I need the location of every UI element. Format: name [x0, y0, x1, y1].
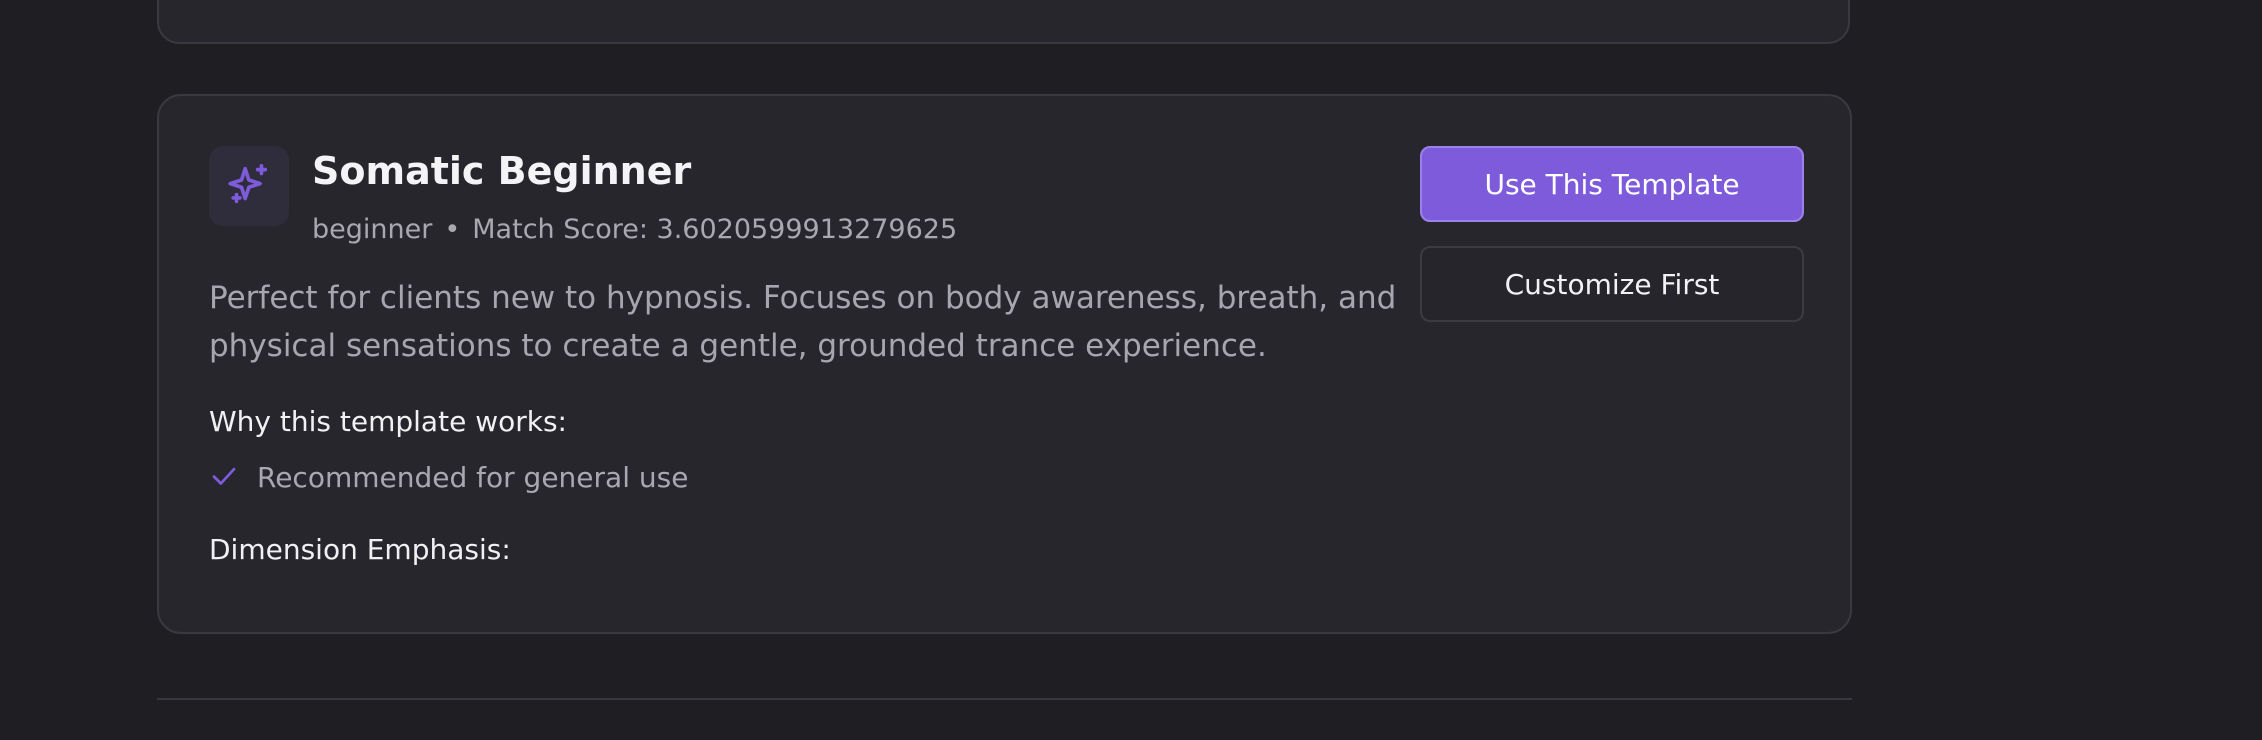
- template-icon-container: [209, 146, 289, 226]
- sparkles-icon: [226, 161, 272, 211]
- template-results-page: Somatic Beginner beginner • Match Score: 3…: [0, 0, 2262, 740]
- check-icon: [209, 461, 239, 495]
- reason-text: Recommended for general use: [257, 461, 689, 494]
- dimension-emphasis-heading: Dimension Emphasis:: [209, 533, 511, 566]
- why-heading: Why this template works:: [209, 405, 567, 438]
- template-title: Somatic Beginner: [312, 149, 692, 193]
- use-template-button[interactable]: Use This Template: [1420, 146, 1804, 222]
- level-label: beginner: [312, 214, 433, 245]
- previous-template-card: [157, 0, 1850, 44]
- section-divider: [157, 698, 1852, 700]
- match-score: Match Score: 3.6020599913279625: [472, 214, 958, 245]
- template-description: Perfect for clients new to hypnosis. Foc…: [209, 280, 1397, 364]
- customize-first-button[interactable]: Customize First: [1420, 246, 1804, 322]
- template-card: Somatic Beginner beginner • Match Score: 3…: [157, 94, 1852, 634]
- reason-item: Recommended for general use: [209, 458, 688, 498]
- template-meta: beginner • Match Score: 3.6020599913279625: [312, 210, 957, 250]
- meta-separator: •: [444, 214, 461, 245]
